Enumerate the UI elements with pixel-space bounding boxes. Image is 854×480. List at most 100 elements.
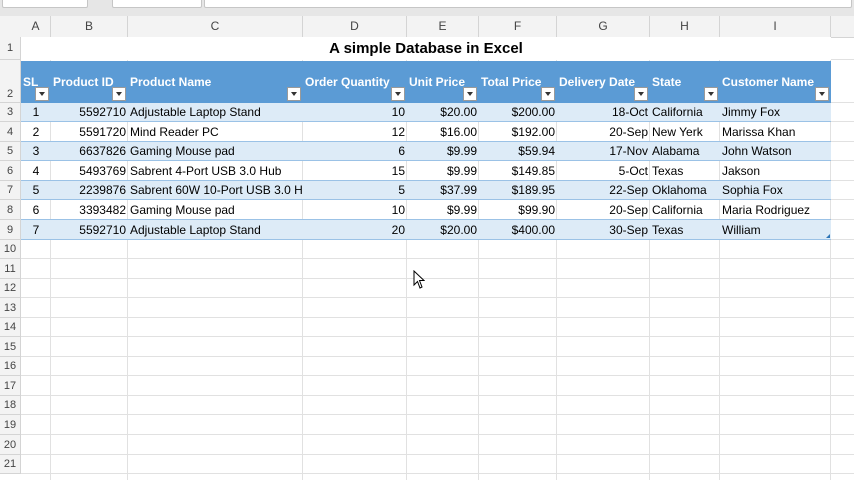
table-cell[interactable]: Sophia Fox — [720, 181, 831, 200]
header-cell-sl[interactable]: SL — [21, 61, 51, 103]
table-cell[interactable]: $9.99 — [407, 161, 479, 180]
table-cell[interactable]: 6 — [303, 142, 407, 161]
row-header-20[interactable]: 20 — [0, 435, 21, 455]
table-cell[interactable]: Jakson — [720, 161, 831, 180]
header-cell-state[interactable]: State — [650, 61, 720, 103]
table-cell[interactable]: 4 — [21, 161, 51, 180]
table-cell[interactable]: 10 — [303, 200, 407, 219]
filter-dropdown-icon[interactable] — [815, 87, 829, 101]
table-cell[interactable]: Mind Reader PC — [128, 122, 303, 141]
row-header-1[interactable]: 1 — [0, 37, 21, 60]
table-cell[interactable]: 22-Sep — [557, 181, 650, 200]
table-cell[interactable]: John Watson — [720, 142, 831, 161]
row-header-8[interactable]: 8 — [0, 200, 21, 220]
table-cell[interactable]: 5493769 — [51, 161, 128, 180]
table-cell[interactable]: $20.00 — [407, 220, 479, 239]
table-cell[interactable]: 20-Sep — [557, 200, 650, 219]
table-cell[interactable]: Gaming Mouse pad — [128, 200, 303, 219]
table-cell[interactable]: $16.00 — [407, 122, 479, 141]
table-cell[interactable]: $20.00 — [407, 103, 479, 122]
table-cell[interactable]: New Yerk — [650, 122, 720, 141]
column-header-a[interactable]: A — [21, 16, 51, 37]
row-header-14[interactable]: 14 — [0, 318, 21, 337]
table-cell[interactable]: Marissa Khan — [720, 122, 831, 141]
table-cell[interactable]: Sabrent 4-Port USB 3.0 Hub — [128, 161, 303, 180]
row-header-17[interactable]: 17 — [0, 376, 21, 396]
sheet-title[interactable]: A simple Database in Excel — [21, 37, 831, 60]
table-cell[interactable]: Alabama — [650, 142, 720, 161]
filter-dropdown-icon[interactable] — [634, 87, 648, 101]
header-cell-order-quantity[interactable]: Order Quantity — [303, 61, 407, 103]
filter-dropdown-icon[interactable] — [704, 87, 718, 101]
table-cell[interactable]: Texas — [650, 161, 720, 180]
table-cell[interactable]: $400.00 — [479, 220, 557, 239]
row-header-5[interactable]: 5 — [0, 142, 21, 161]
filter-dropdown-icon[interactable] — [463, 87, 477, 101]
table-cell[interactable]: 6 — [21, 200, 51, 219]
row-header-15[interactable]: 15 — [0, 337, 21, 357]
table-cell[interactable]: 20-Sep — [557, 122, 650, 141]
table-cell[interactable]: 5 — [21, 181, 51, 200]
row-header-21[interactable]: 21 — [0, 455, 21, 474]
table-cell[interactable]: $9.99 — [407, 200, 479, 219]
row-header-4[interactable]: 4 — [0, 122, 21, 142]
column-header-c[interactable]: C — [128, 16, 303, 37]
table-cell[interactable]: 5 — [303, 181, 407, 200]
table-cell[interactable]: William — [720, 220, 831, 239]
table-cell[interactable]: 18-Oct — [557, 103, 650, 122]
table-cell[interactable]: California — [650, 103, 720, 122]
filter-dropdown-icon[interactable] — [541, 87, 555, 101]
table-cell[interactable]: California — [650, 200, 720, 219]
row-header-2[interactable]: 2 — [0, 60, 21, 103]
row-header-19[interactable]: 19 — [0, 415, 21, 435]
table-cell[interactable]: Oklahoma — [650, 181, 720, 200]
table-cell[interactable]: 5592710 — [51, 220, 128, 239]
formula-buttons[interactable] — [112, 0, 202, 8]
header-cell-total-price[interactable]: Total Price — [479, 61, 557, 103]
table-cell[interactable]: 7 — [21, 220, 51, 239]
column-header-h[interactable]: H — [650, 16, 720, 37]
table-cell[interactable]: 30-Sep — [557, 220, 650, 239]
row-header-18[interactable]: 18 — [0, 396, 21, 415]
column-header-e[interactable]: E — [407, 16, 479, 37]
filter-dropdown-icon[interactable] — [35, 87, 49, 101]
column-header-b[interactable]: B — [51, 16, 128, 37]
column-header-f[interactable]: F — [479, 16, 557, 37]
row-header-6[interactable]: 6 — [0, 161, 21, 181]
row-header-9[interactable]: 9 — [0, 220, 21, 240]
row-header-13[interactable]: 13 — [0, 298, 21, 318]
table-cell[interactable]: $192.00 — [479, 122, 557, 141]
header-cell-delivery-date[interactable]: Delivery Date — [557, 61, 650, 103]
table-cell[interactable]: 2 — [21, 122, 51, 141]
table-cell[interactable]: $99.90 — [479, 200, 557, 219]
table-cell[interactable]: 6637826 — [51, 142, 128, 161]
header-cell-customer-name[interactable]: Customer Name — [720, 61, 831, 103]
table-cell[interactable]: 3393482 — [51, 200, 128, 219]
table-cell[interactable]: 17-Nov — [557, 142, 650, 161]
table-cell[interactable]: 3 — [21, 142, 51, 161]
table-cell[interactable]: 10 — [303, 103, 407, 122]
header-cell-unit-price[interactable]: Unit Price — [407, 61, 479, 103]
table-cell[interactable]: 5592710 — [51, 103, 128, 122]
table-cell[interactable]: 20 — [303, 220, 407, 239]
table-cell[interactable]: $37.99 — [407, 181, 479, 200]
table-cell[interactable]: 1 — [21, 103, 51, 122]
formula-input[interactable] — [204, 0, 852, 8]
table-cell[interactable]: Jimmy Fox — [720, 103, 831, 122]
table-cell[interactable]: $9.99 — [407, 142, 479, 161]
table-cell[interactable]: Gaming Mouse pad — [128, 142, 303, 161]
row-header-10[interactable]: 10 — [0, 240, 21, 259]
row-header-7[interactable]: 7 — [0, 181, 21, 200]
filter-dropdown-icon[interactable] — [287, 87, 301, 101]
table-cell[interactable]: 2239876 — [51, 181, 128, 200]
table-cell[interactable]: Texas — [650, 220, 720, 239]
header-cell-product-name[interactable]: Product Name — [128, 61, 303, 103]
table-cell[interactable]: Sabrent 60W 10-Port USB 3.0 Hub — [128, 181, 303, 200]
row-header-3[interactable]: 3 — [0, 103, 21, 122]
header-cell-product-id[interactable]: Product ID — [51, 61, 128, 103]
table-cell[interactable]: 15 — [303, 161, 407, 180]
table-cell[interactable]: $149.85 — [479, 161, 557, 180]
column-header-g[interactable]: G — [557, 16, 650, 37]
table-cell[interactable]: 5591720 — [51, 122, 128, 141]
table-cell[interactable]: Maria Rodriguez — [720, 200, 831, 219]
